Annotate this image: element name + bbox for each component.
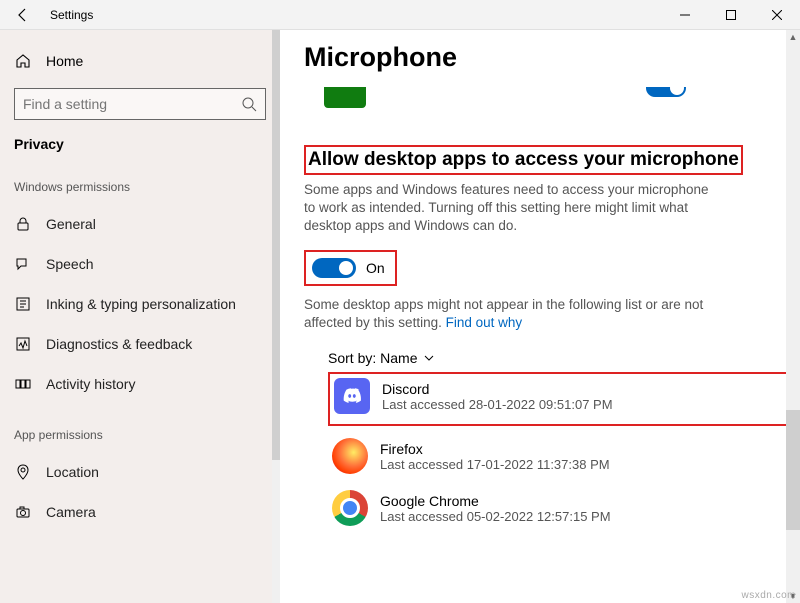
app-name: Firefox: [380, 441, 610, 457]
firefox-icon: [332, 438, 368, 474]
sort-label: Sort by:: [328, 350, 376, 366]
sidebar-item-location[interactable]: Location: [14, 452, 266, 492]
section-title-highlight: Allow desktop apps to access your microp…: [304, 145, 743, 175]
app-list: Discord Last accessed 28-01-2022 09:51:0…: [328, 372, 800, 534]
inking-icon: [14, 296, 32, 312]
sidebar-item-label: Camera: [46, 504, 96, 520]
activity-icon: [14, 376, 32, 392]
sidebar-item-general[interactable]: General: [14, 204, 266, 244]
speech-icon: [14, 256, 32, 272]
section-description-2: Some desktop apps might not appear in th…: [304, 296, 714, 332]
minimize-button[interactable]: [662, 0, 708, 30]
app-row-chrome[interactable]: Google Chrome Last accessed 05-02-2022 1…: [328, 482, 800, 534]
sidebar-home[interactable]: Home: [14, 44, 266, 78]
sidebar-item-label: Location: [46, 464, 99, 480]
sidebar: Home Privacy Windows permissions General…: [0, 30, 280, 603]
location-icon: [14, 464, 32, 480]
truncated-toggle[interactable]: [646, 87, 686, 97]
diagnostics-icon: [14, 336, 32, 352]
app-row-firefox[interactable]: Firefox Last accessed 17-01-2022 11:37:3…: [328, 430, 800, 482]
app-last-accessed: Last accessed 28-01-2022 09:51:07 PM: [382, 397, 613, 412]
group-header-app-permissions: App permissions: [14, 428, 266, 442]
sidebar-item-label: Diagnostics & feedback: [46, 336, 192, 352]
discord-icon: [334, 378, 370, 414]
home-icon: [14, 53, 32, 69]
toggle-state-label: On: [366, 260, 385, 276]
app-last-accessed: Last accessed 05-02-2022 12:57:15 PM: [380, 509, 611, 524]
page-title: Microphone: [304, 42, 800, 73]
app-name: Google Chrome: [380, 493, 611, 509]
sidebar-item-speech[interactable]: Speech: [14, 244, 266, 284]
sidebar-item-camera[interactable]: Camera: [14, 492, 266, 532]
section-title: Allow desktop apps to access your microp…: [308, 149, 739, 170]
content-scrollbar-thumb[interactable]: [786, 410, 800, 530]
maximize-button[interactable]: [708, 0, 754, 30]
sidebar-scrollbar-thumb[interactable]: [272, 30, 280, 460]
sidebar-category: Privacy: [14, 136, 266, 152]
sidebar-item-label: General: [46, 216, 96, 232]
titlebar: Settings: [0, 0, 800, 30]
chevron-down-icon: [424, 350, 434, 366]
search-input[interactable]: [23, 96, 241, 112]
find-out-why-link[interactable]: Find out why: [446, 315, 523, 330]
sidebar-item-inking[interactable]: Inking & typing personalization: [14, 284, 266, 324]
app-row-discord[interactable]: Discord Last accessed 28-01-2022 09:51:0…: [328, 372, 800, 426]
sort-value: Name: [380, 350, 417, 366]
lock-icon: [14, 216, 32, 232]
section-description: Some apps and Windows features need to a…: [304, 181, 714, 236]
watermark: wsxdn.com: [741, 590, 796, 601]
app-name: Discord: [382, 381, 613, 397]
close-button[interactable]: [754, 0, 800, 30]
back-button[interactable]: [0, 0, 46, 30]
chrome-icon: [332, 490, 368, 526]
group-header-windows-permissions: Windows permissions: [14, 180, 266, 194]
desktop-apps-toggle[interactable]: [312, 258, 356, 278]
sidebar-item-label: Activity history: [46, 376, 135, 392]
search-icon: [241, 96, 257, 112]
sidebar-home-label: Home: [46, 53, 83, 69]
camera-icon: [14, 504, 32, 520]
truncated-app-row: [324, 87, 800, 115]
app-last-accessed: Last accessed 17-01-2022 11:37:38 PM: [380, 457, 610, 472]
scroll-up-arrow[interactable]: ▲: [786, 30, 800, 44]
truncated-app-icon: [324, 87, 366, 108]
window-title: Settings: [50, 8, 93, 22]
content-area: Microphone Allow desktop apps to access …: [280, 30, 800, 603]
sidebar-item-activity[interactable]: Activity history: [14, 364, 266, 404]
sidebar-item-diagnostics[interactable]: Diagnostics & feedback: [14, 324, 266, 364]
toggle-highlight: On: [304, 250, 397, 286]
sidebar-item-label: Speech: [46, 256, 93, 272]
sidebar-item-label: Inking & typing personalization: [46, 296, 236, 312]
search-box[interactable]: [14, 88, 266, 120]
sort-by-dropdown[interactable]: Sort by: Name: [328, 350, 800, 366]
